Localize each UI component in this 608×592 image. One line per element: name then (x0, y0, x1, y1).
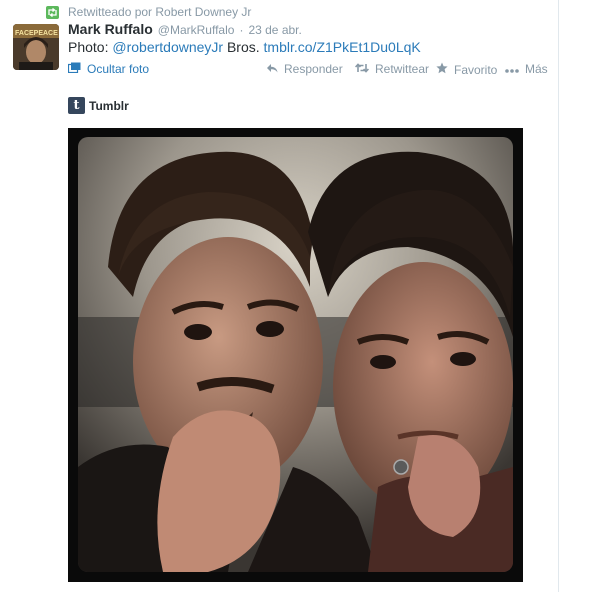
tweet-text-middle: Bros. (223, 39, 264, 55)
mention-link[interactable]: @robertdowneyJr (112, 39, 223, 55)
photo-icon (67, 62, 81, 76)
favorite-label: Favorito (454, 62, 498, 77)
tweet-text-prefix: Photo: (68, 39, 113, 55)
retweet-context: Retwitteado por Robert Downey Jr (46, 4, 251, 20)
tweet-url-link[interactable]: tmblr.co/Z1PkEt1Du0LqK (264, 39, 421, 55)
favorite-button[interactable]: Favorito (436, 62, 497, 77)
avatar[interactable]: FACEPEACE (13, 24, 59, 70)
tweet-card: Retwitteado por Robert Downey Jr FACEPEA… (0, 0, 559, 592)
retweet-badge-icon (46, 5, 59, 19)
author-fullname[interactable]: Mark Ruffalo (68, 21, 153, 37)
tweet-header: Mark Ruffalo @MarkRuffalo · 23 de abr. (68, 21, 302, 39)
provider-name: Tumblr (89, 98, 129, 113)
author-username[interactable]: @MarkRuffalo (158, 23, 235, 37)
reply-icon (266, 62, 278, 76)
right-gutter (559, 0, 608, 592)
tweet-text: Photo: @robertdowneyJr Bros. tmblr.co/Z1… (68, 39, 421, 55)
media-provider[interactable]: t Tumblr (68, 97, 129, 114)
tweet-timestamp[interactable]: 23 de abr. (248, 23, 301, 37)
tumblr-icon: t (68, 97, 85, 114)
tweet-actions: Ocultar foto Responder Retwittear Favori… (67, 62, 548, 78)
hide-photo-button[interactable]: Ocultar foto (67, 62, 150, 76)
avatar-text: FACEPEACE (15, 30, 58, 37)
reply-label: Responder (284, 62, 343, 76)
more-button[interactable]: Más (505, 62, 548, 76)
hide-photo-label: Ocultar foto (87, 62, 150, 76)
favorite-star-icon (436, 62, 448, 77)
retweet-label: Retwittear (375, 62, 430, 76)
retweet-context-text[interactable]: Retwitteado por Robert Downey Jr (68, 5, 251, 19)
photo-frame[interactable] (68, 128, 523, 582)
header-separator: · (239, 23, 244, 37)
more-label: Más (525, 62, 548, 76)
more-dots-icon (505, 62, 519, 76)
retweet-button[interactable]: Retwittear (355, 62, 429, 76)
tweet-photo[interactable] (78, 137, 513, 572)
retweet-icon (355, 62, 369, 76)
reply-button[interactable]: Responder (266, 62, 343, 76)
